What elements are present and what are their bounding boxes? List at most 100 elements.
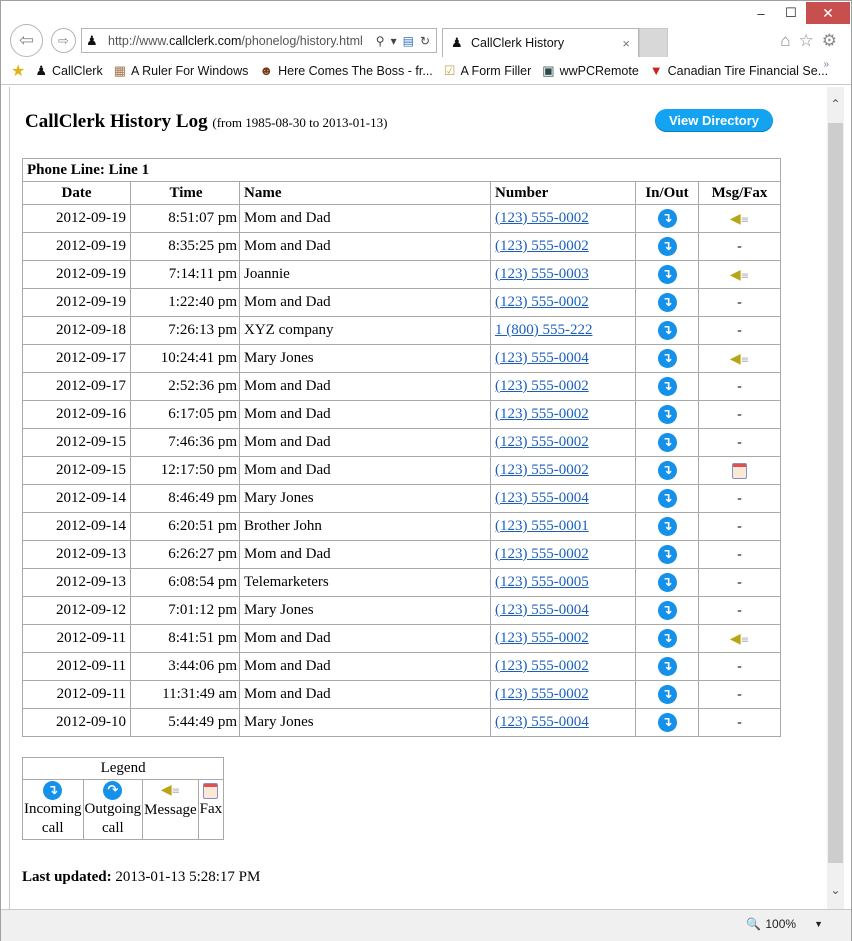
favorite-form-filler[interactable]: ☑ A Form Filler — [444, 63, 532, 79]
vertical-scrollbar[interactable]: ⌃ ⌄ — [827, 87, 844, 909]
url-text[interactable]: http://www.callclerk.com/phonelog/histor… — [108, 34, 376, 48]
forward-arrow-icon: ⇨ — [58, 32, 69, 48]
cell-msgfax: - — [698, 708, 781, 737]
phone-number-link[interactable]: (123) 555-0002 — [495, 546, 589, 562]
cell-inout: ↴ — [635, 260, 699, 289]
add-favorite-star-icon[interactable]: ★ — [11, 61, 25, 81]
favorite-label: A Form Filler — [460, 63, 532, 78]
table-row: 2012-09-15 12:17:50 pm Mom and Dad (123) 55… — [22, 456, 781, 485]
phone-number-link[interactable]: (123) 555-0004 — [495, 350, 589, 366]
navigation-bar: ⇦ ⇨ ♟ http://www.callclerk.com/phonelog/… — [1, 23, 851, 57]
cell-date: 2012-09-10 — [22, 708, 131, 737]
phone-number-link[interactable]: (123) 555-0004 — [495, 714, 589, 730]
cell-name: Mom and Dad — [239, 204, 491, 233]
zoom-dropdown-icon[interactable]: ▼ — [814, 919, 823, 929]
cell-number: (123) 555-0004 — [490, 484, 636, 513]
phone-number-link[interactable]: (123) 555-0005 — [495, 574, 589, 590]
phone-number-link[interactable]: (123) 555-0004 — [495, 490, 589, 506]
cell-msgfax: - — [698, 596, 781, 625]
search-dropdown-icon[interactable]: ▾ — [391, 34, 397, 48]
incoming-call-icon: ↴ — [657, 573, 677, 592]
favorites-overflow-icon[interactable]: » — [823, 59, 829, 70]
cell-date: 2012-09-19 — [22, 260, 131, 289]
clipboard-icon: ☑ — [443, 62, 456, 78]
phone-number-link[interactable]: (123) 555-0002 — [495, 686, 589, 702]
phone-number-link[interactable]: (123) 555-0002 — [495, 434, 589, 450]
fax-icon[interactable] — [732, 462, 747, 479]
scroll-down-icon[interactable]: ⌄ — [827, 879, 844, 901]
column-header-inout: In/Out — [635, 181, 699, 205]
table-row: 2012-09-11 11:31:49 am Mom and Dad (123) 55… — [22, 680, 781, 709]
cell-msgfax — [698, 456, 781, 485]
cell-name: Mom and Dad — [239, 624, 491, 653]
call-history-table: Phone Line: Line 1 Date Time Name Number… — [22, 158, 781, 737]
forward-button[interactable]: ⇨ — [51, 28, 76, 53]
legend-label: Outgoing — [84, 801, 142, 818]
column-header-date: Date — [22, 181, 131, 205]
phone-number-link[interactable]: (123) 555-0002 — [495, 406, 589, 422]
scroll-thumb[interactable] — [828, 123, 843, 863]
cell-name: XYZ company — [239, 316, 491, 345]
cell-msgfax: - — [698, 680, 781, 709]
close-window-button[interactable]: ✕ — [806, 2, 850, 24]
message-speaker-icon[interactable]: ◀≡ — [730, 211, 749, 227]
legend-label: Fax — [199, 801, 223, 817]
phone-number-link[interactable]: (123) 555-0002 — [495, 378, 589, 394]
message-speaker-icon[interactable]: ◀≡ — [730, 631, 749, 647]
no-msgfax: - — [737, 575, 742, 590]
scroll-up-icon[interactable]: ⌃ — [827, 93, 844, 115]
back-button[interactable]: ⇦ — [10, 24, 43, 57]
minimize-button[interactable]: – — [746, 2, 776, 24]
phone-number-link[interactable]: (123) 555-0002 — [495, 658, 589, 674]
home-icon[interactable]: ⌂ — [780, 31, 790, 51]
cell-name: Mary Jones — [239, 344, 491, 373]
compatibility-view-icon[interactable]: ▤ — [403, 34, 414, 48]
view-directory-button[interactable]: View Directory — [655, 109, 773, 132]
phone-number-link[interactable]: (123) 555-0004 — [495, 602, 589, 618]
table-row: 2012-09-10 5:44:49 pm Mary Jones (123) 555-… — [22, 708, 781, 737]
maximize-button[interactable]: ☐ — [776, 2, 806, 24]
favorite-canadian-tire[interactable]: ▼ Canadian Tire Financial Se... — [650, 63, 828, 78]
cell-time: 1:22:40 pm — [130, 288, 240, 317]
phone-number-link[interactable]: (123) 555-0003 — [495, 266, 589, 282]
address-bar[interactable]: ♟ http://www.callclerk.com/phonelog/hist… — [81, 28, 437, 53]
tab-close-icon[interactable]: × — [622, 36, 630, 51]
message-speaker-icon[interactable]: ◀≡ — [730, 267, 749, 283]
legend-label-2: call — [41, 820, 64, 837]
tab-callclerk-history[interactable]: ♟ CallClerk History × — [442, 28, 639, 57]
gear-icon[interactable]: ⚙ — [822, 31, 837, 51]
cell-inout: ↴ — [635, 484, 699, 513]
legend-item-fax: Fax — [197, 778, 225, 841]
phone-number-link[interactable]: (123) 555-0001 — [495, 518, 589, 534]
incoming-call-icon: ↴ — [657, 713, 677, 732]
phone-number-link[interactable]: (123) 555-0002 — [495, 210, 589, 226]
phone-number-link[interactable]: (123) 555-0002 — [495, 462, 589, 478]
callclerk-icon: ♟ — [35, 62, 47, 78]
fax-icon — [203, 782, 219, 799]
refresh-icon[interactable]: ↻ — [420, 34, 430, 48]
table-row: 2012-09-13 6:08:54 pm Telemarketers (123) 5… — [22, 568, 781, 597]
legend-item-incoming: ↴ Incoming call — [22, 778, 84, 841]
phone-number-link[interactable]: (123) 555-0002 — [495, 294, 589, 310]
cell-number: (123) 555-0002 — [490, 624, 636, 653]
phone-number-link[interactable]: (123) 555-0002 — [495, 630, 589, 646]
favorites-star-icon[interactable]: ☆ — [799, 31, 814, 51]
message-speaker-icon[interactable]: ◀≡ — [730, 351, 749, 367]
search-icon[interactable]: ⚲ — [376, 34, 385, 48]
zoom-control[interactable]: 🔍 100% ▼ — [746, 917, 823, 931]
phone-number-link[interactable]: 1 (800) 555-222 — [495, 322, 593, 338]
incoming-call-icon: ↴ — [657, 237, 677, 256]
phone-number-link[interactable]: (123) 555-0002 — [495, 238, 589, 254]
new-tab-button[interactable] — [639, 28, 668, 57]
favorite-wwpcremote[interactable]: ▣ wwPCRemote — [542, 63, 638, 79]
favorite-ruler[interactable]: ▦ A Ruler For Windows — [114, 63, 249, 79]
cell-inout: ↴ — [635, 372, 699, 401]
table-row: 2012-09-12 7:01:12 pm Mary Jones (123) 555-… — [22, 596, 781, 625]
favorite-callclerk[interactable]: ♟ CallClerk — [35, 63, 102, 79]
favorite-boss[interactable]: ☻ Here Comes The Boss - fr... — [259, 63, 432, 78]
site-favicon-icon: ♟ — [86, 32, 98, 48]
cell-msgfax: ◀≡ — [698, 204, 781, 233]
legend-items: ↴ Incoming call ↷ Outgoing call ◀≡ Message Fax — [22, 778, 225, 841]
cell-msgfax: - — [698, 512, 781, 541]
incoming-call-icon: ↴ — [657, 321, 677, 340]
